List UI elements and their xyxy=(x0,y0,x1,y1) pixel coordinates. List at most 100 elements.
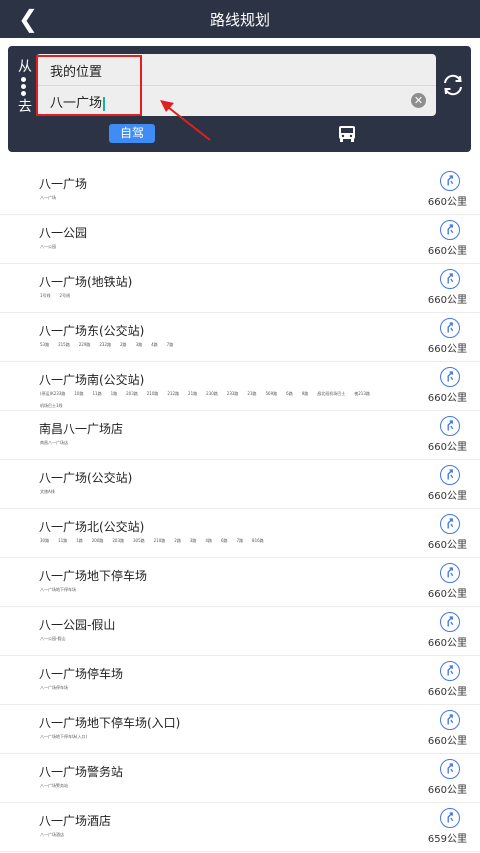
list-item[interactable]: 八一广场警务站 八一广场警务站 660公里 xyxy=(0,754,480,803)
result-detail-item: 八一广场 xyxy=(40,195,56,200)
swap-icon[interactable] xyxy=(441,73,465,97)
result-detail-item: 200路 xyxy=(91,538,104,543)
list-item[interactable]: 八一广场(地铁站) 1号线 2号线 660公里 xyxy=(0,264,480,313)
navigate-icon[interactable] xyxy=(440,661,460,681)
result-detail-item: 203路 xyxy=(112,538,125,543)
list-item[interactable]: 八一广场南(公交站) (停运)K233路 10路 11路 1路 203路 210路 212路 2… xyxy=(0,362,480,411)
top-bar: ❮ 路线规划 xyxy=(0,0,480,38)
list-item[interactable]: 八一广场酒店 八一广场酒店 659公里 xyxy=(0,803,480,852)
result-detail-item: 八一广场地下停车场 xyxy=(40,587,76,592)
result-distance: 660公里 xyxy=(427,687,467,698)
navigate-icon[interactable] xyxy=(440,269,460,289)
result-detail-item: 215路 xyxy=(58,342,70,347)
result-detail: 1号线 2号线 xyxy=(40,293,79,299)
result-detail-item: 1路 xyxy=(76,538,83,543)
result-name: 八一广场(地铁站) xyxy=(39,275,133,289)
navigate-icon[interactable] xyxy=(440,171,460,191)
navigate-icon[interactable] xyxy=(440,220,460,240)
result-name: 八一广场 xyxy=(39,177,88,191)
result-detail-item: 6路 xyxy=(220,538,228,543)
result-detail-item: 210路 xyxy=(146,391,159,396)
result-detail-item: 569路 xyxy=(265,391,278,396)
navigate-icon[interactable] xyxy=(440,759,460,779)
result-detail-item: 203路 xyxy=(126,391,138,396)
result-detail-item: 23路 xyxy=(247,391,257,396)
highlight-box xyxy=(36,55,142,116)
result-list: 八一广场 八一广场 660公里 八一公园 八一公园 660公里 八一广场(地铁站) 1号线 2号… xyxy=(0,166,480,852)
result-detail-item: 1号线 xyxy=(40,293,51,298)
to-label: 去 xyxy=(18,99,32,115)
result-distance: 660公里 xyxy=(427,344,467,355)
result-detail: (停运)K233路 10路 11路 1路 203路 210路 212路 21路 230路 233路… xyxy=(40,391,379,408)
result-detail-item: 八一公园 xyxy=(40,244,56,249)
navigate-icon[interactable] xyxy=(440,808,460,828)
result-name: 八一广场酒店 xyxy=(39,814,112,828)
navigate-icon[interactable] xyxy=(440,318,460,338)
result-name: 南昌八一广场店 xyxy=(39,422,124,436)
result-detail-item: 昌北班机场巴士 xyxy=(317,391,346,396)
navigate-icon[interactable] xyxy=(440,710,460,730)
result-detail: 南昌八一广场店 xyxy=(40,440,77,446)
list-item[interactable]: 八一广场地下停车场(入口) 八一广场地下停车场(入口) 660公里 xyxy=(0,705,480,754)
result-name: 八一公园 xyxy=(39,226,88,240)
result-detail: 53路 215路 229路 232路 2路 3路 4路 7路 xyxy=(40,342,182,348)
list-item[interactable]: 八一广场 八一广场 660公里 xyxy=(0,166,480,215)
result-distance: 660公里 xyxy=(427,491,467,502)
navigate-icon[interactable] xyxy=(440,612,460,632)
list-item[interactable]: 八一广场停车场 八一广场停车场 660公里 xyxy=(0,656,480,705)
result-name: 八一广场(公交站) xyxy=(39,471,133,485)
result-distance: 660公里 xyxy=(427,197,467,208)
result-name: 八一广场地下停车场(入口) xyxy=(39,716,181,730)
result-detail: 八一广场地下停车场 xyxy=(40,587,85,593)
result-detail-item: 4路 xyxy=(151,342,158,347)
list-item[interactable]: 南昌八一广场店 南昌八一广场店 660公里 xyxy=(0,411,480,460)
result-detail-item: 816路 xyxy=(252,538,264,543)
navigate-icon[interactable] xyxy=(440,563,460,583)
result-detail-item: 八一公园-假山 xyxy=(40,636,66,641)
clear-icon[interactable]: ✕ xyxy=(411,93,426,108)
result-detail-item: 232路 xyxy=(99,342,112,347)
list-item[interactable]: 八一广场东(公交站) 53路 215路 229路 232路 2路 3路 4路 7路 660公里 xyxy=(0,313,480,362)
result-detail-item: 11路 xyxy=(58,538,68,543)
result-detail-item: 233路 xyxy=(226,391,239,396)
result-detail-item: 6路 xyxy=(286,391,293,396)
result-detail: 八一广场停车场 xyxy=(40,685,77,691)
tab-drive[interactable]: 自驾 xyxy=(109,124,155,143)
result-detail-item: 30路 xyxy=(40,538,50,543)
result-detail-item: 2号线 xyxy=(59,293,71,298)
list-item[interactable]: 八一广场(公交站) 文旅A线 660公里 xyxy=(0,460,480,509)
result-detail-item: 八一广场地下停车场(入口) xyxy=(40,734,88,739)
bus-icon[interactable] xyxy=(336,124,358,144)
result-detail: 八一广场地下停车场(入口) xyxy=(40,734,96,740)
result-detail-item: 八一广场警务站 xyxy=(40,783,68,788)
result-distance: 660公里 xyxy=(427,785,467,796)
result-detail-item: 10路 xyxy=(74,391,84,396)
result-distance: 660公里 xyxy=(427,589,467,600)
result-detail-item: 4路 xyxy=(205,538,212,543)
result-distance: 660公里 xyxy=(427,393,467,404)
list-item[interactable]: 八一广场地下停车场 八一广场地下停车场 660公里 xyxy=(0,558,480,607)
result-distance: 660公里 xyxy=(427,442,467,453)
result-detail-item: 229路 xyxy=(78,342,91,347)
list-item[interactable]: 八一公园 八一公园 660公里 xyxy=(0,215,480,264)
result-name: 八一广场地下停车场 xyxy=(39,569,148,583)
result-detail-item: 210路 xyxy=(153,538,166,543)
navigate-icon[interactable] xyxy=(440,367,460,387)
list-item[interactable]: 八一广场北(公交站) 30路 11路 1路 200路 203路 305路 210路 2路 3路 4路… xyxy=(0,509,480,558)
list-item[interactable]: 八一公园-假山 八一公园-假山 660公里 xyxy=(0,607,480,656)
result-detail: 八一公园-假山 xyxy=(40,636,74,642)
result-detail-item: 7路 xyxy=(166,342,174,347)
navigate-icon[interactable] xyxy=(440,514,460,534)
result-detail-item: 1路 xyxy=(110,391,118,396)
result-detail: 八一广场警务站 xyxy=(40,783,77,789)
result-name: 八一公园-假山 xyxy=(39,618,116,632)
navigate-icon[interactable] xyxy=(440,416,460,436)
result-name: 八一广场停车场 xyxy=(39,667,124,681)
result-detail-item: 2路 xyxy=(120,342,127,347)
navigate-icon[interactable] xyxy=(440,465,460,485)
result-detail-item: 9路 xyxy=(301,391,309,396)
page-title: 路线规划 xyxy=(209,11,270,29)
result-name: 八一广场北(公交站) xyxy=(39,520,145,534)
route-dots-icon xyxy=(21,77,27,98)
result-detail-item: 53路 xyxy=(40,342,50,347)
